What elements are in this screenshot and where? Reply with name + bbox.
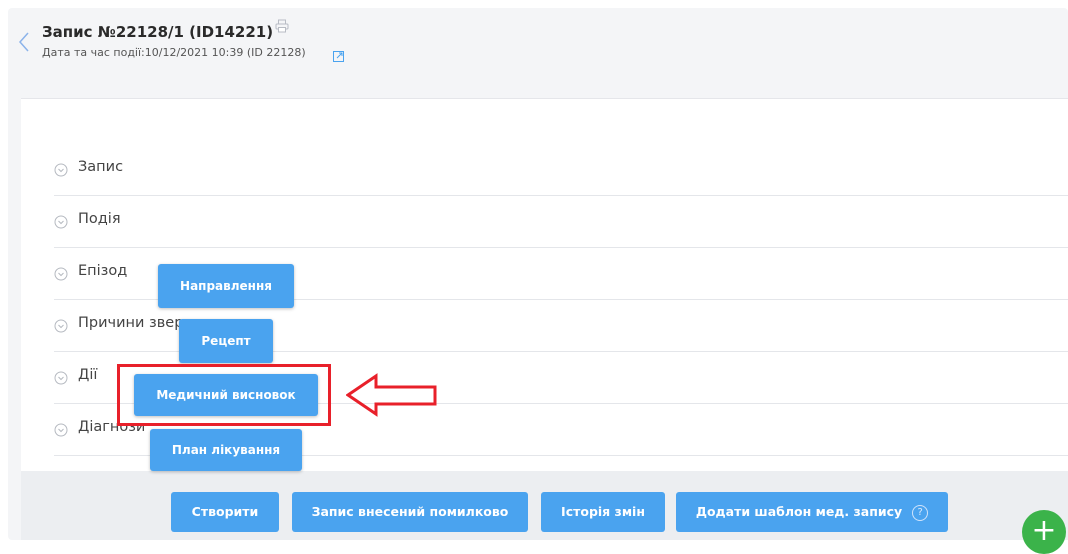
event-datetime: Дата та час події:10/12/2021 10:39 (ID 2… (42, 46, 306, 59)
record-header: Запис №22128/1 (ID14221) Дата та час под… (8, 8, 1068, 98)
section-label: Дії (78, 367, 98, 383)
title-number: №22128/1 (97, 23, 184, 41)
arrow-annotation (346, 373, 437, 417)
help-icon[interactable]: ? (912, 504, 929, 521)
footer-toolbar: Створити Запис внесений помилково Історі… (21, 471, 1068, 540)
create-button[interactable]: Створити (171, 492, 279, 532)
external-link-icon[interactable] (333, 47, 344, 62)
expand-chevron-icon (54, 266, 68, 281)
treatment-plan-button[interactable]: План лікування (150, 429, 302, 471)
highlight-box (117, 364, 331, 426)
referral-button[interactable]: Направлення (158, 264, 294, 308)
expand-chevron-icon (54, 370, 68, 385)
plus-icon: + (1031, 513, 1057, 548)
add-template-button[interactable]: Додати шаблон мед. запису? (676, 492, 948, 532)
print-icon[interactable] (275, 18, 289, 33)
section-label: Запис (78, 159, 124, 175)
page-title: Запис №22128/1 (ID14221) (42, 23, 273, 41)
entered-in-error-button[interactable]: Запис внесений помилково (292, 492, 528, 532)
expand-chevron-icon (54, 318, 68, 333)
prescription-button[interactable]: Рецепт (179, 319, 273, 363)
expand-chevron-icon (54, 214, 68, 229)
title-id: (ID14221) (183, 23, 274, 41)
expand-chevron-icon (54, 422, 68, 437)
section-label: Подія (78, 211, 121, 227)
history-button[interactable]: Історія змін (541, 492, 665, 532)
back-chevron-icon[interactable] (18, 30, 32, 54)
section-event[interactable]: Подія (54, 196, 1068, 248)
expand-chevron-icon (54, 162, 68, 177)
title-prefix: Запис (42, 23, 98, 41)
add-template-label: Додати шаблон мед. запису (695, 504, 903, 519)
section-record[interactable]: Запис (54, 144, 1068, 196)
section-label: Епізод (78, 263, 128, 279)
add-fab-button[interactable]: + (1022, 510, 1066, 554)
